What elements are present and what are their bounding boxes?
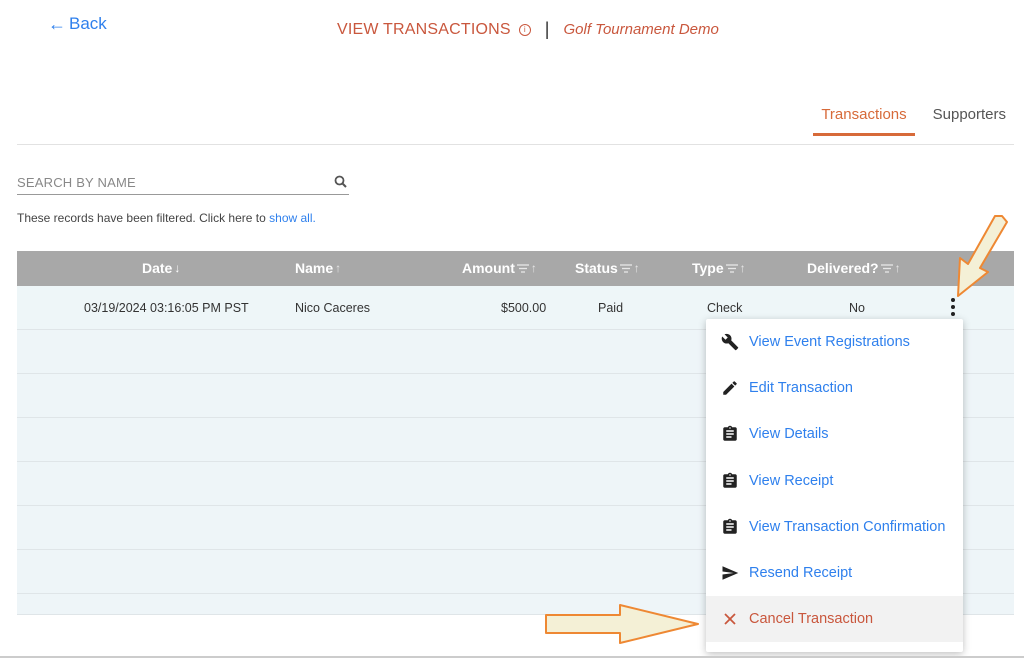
arrow-up-icon: ↑ [894, 261, 901, 275]
filter-icon[interactable] [725, 263, 738, 273]
clipboard-icon [721, 425, 739, 443]
menu-item-view-details[interactable]: View Details [706, 411, 963, 457]
column-label-delivered: Delivered? [807, 260, 879, 276]
cell-status: Paid [598, 301, 624, 315]
page-title: VIEW TRANSACTIONS [337, 20, 511, 38]
tab-bar: Transactions Supporters [813, 98, 1014, 136]
menu-item-label: View Receipt [749, 472, 834, 489]
menu-item-cancel-transaction[interactable]: Cancel Transaction [706, 596, 963, 643]
arrow-up-icon: ↑ [530, 261, 537, 275]
menu-item-view-receipt[interactable]: View Receipt [706, 458, 963, 504]
menu-item-label: Edit Transaction [749, 380, 853, 397]
search-input[interactable]: SEARCH BY NAME [17, 175, 333, 190]
menu-item-label: Cancel Transaction [749, 611, 874, 628]
column-header-name[interactable]: Name ↑ [295, 260, 341, 276]
send-icon [721, 564, 739, 582]
arrow-up-icon: ↑ [633, 261, 640, 275]
column-header-amount[interactable]: Amount ↑ [462, 260, 537, 276]
row-actions-menu: View Event Registrations Edit Transactio… [706, 319, 963, 652]
column-header-delivered[interactable]: Delivered? ↑ [807, 260, 901, 276]
info-icon[interactable]: i [518, 23, 531, 36]
column-header-type[interactable]: Type ↑ [692, 260, 746, 276]
pencil-icon [721, 379, 739, 397]
menu-item-resend-receipt[interactable]: Resend Receipt [706, 550, 963, 596]
arrow-left-icon: ← [48, 14, 66, 34]
filter-notice-text: These records have been filtered. Click … [17, 211, 270, 225]
filter-icon[interactable] [516, 263, 529, 273]
filter-icon[interactable] [619, 263, 632, 273]
show-all-link[interactable]: show all. [269, 211, 316, 225]
menu-item-label: View Details [749, 426, 829, 443]
clipboard-icon [721, 518, 739, 536]
arrow-up-icon: ↑ [335, 261, 342, 275]
menu-item-label: View Event Registrations [749, 334, 910, 351]
event-name: Golf Tournament Demo [563, 21, 719, 38]
tab-supporters[interactable]: Supporters [925, 98, 1014, 135]
cell-date: 03/19/2024 03:16:05 PM PST [84, 301, 249, 315]
menu-item-view-event-registrations[interactable]: View Event Registrations [706, 319, 963, 365]
menu-item-label: Resend Receipt [749, 565, 853, 582]
column-header-date[interactable]: Date ↓ [142, 260, 180, 276]
cell-amount: $500.00 [501, 301, 547, 315]
column-header-status[interactable]: Status ↑ [575, 260, 640, 276]
title-separator: | [544, 19, 550, 39]
wrench-icon [721, 333, 739, 351]
menu-item-edit-transaction[interactable]: Edit Transaction [706, 365, 963, 411]
clipboard-icon [721, 472, 739, 490]
column-label-type: Type [692, 260, 724, 276]
cell-delivered: No [849, 301, 865, 315]
cell-name: Nico Caceres [295, 301, 371, 315]
menu-item-view-transaction-confirmation[interactable]: View Transaction Confirmation [706, 504, 963, 550]
filter-notice: These records have been filtered. Click … [17, 211, 316, 225]
tabs-divider [17, 144, 1014, 145]
back-label: Back [69, 14, 107, 33]
column-label-date: Date [142, 260, 173, 276]
search-icon[interactable] [333, 174, 349, 190]
menu-item-label: View Transaction Confirmation [749, 518, 946, 535]
more-actions-icon[interactable] [951, 298, 955, 316]
close-icon [721, 610, 739, 628]
search-box[interactable]: SEARCH BY NAME [17, 170, 349, 195]
column-label-name: Name [295, 260, 334, 276]
page-header: VIEW TRANSACTIONS i | Golf Tournament De… [337, 19, 719, 40]
arrow-up-icon: ↑ [739, 261, 746, 275]
arrow-down-icon: ↓ [174, 261, 181, 275]
table-header: Date ↓ Name ↑ Amount ↑ Status ↑ Type ↑ D… [17, 251, 1014, 286]
tab-transactions[interactable]: Transactions [813, 98, 915, 136]
filter-icon[interactable] [880, 263, 893, 273]
back-button[interactable]: ← Back [48, 14, 107, 34]
column-label-amount: Amount [462, 260, 515, 276]
cell-type: Check [707, 301, 743, 315]
column-label-status: Status [575, 260, 618, 276]
